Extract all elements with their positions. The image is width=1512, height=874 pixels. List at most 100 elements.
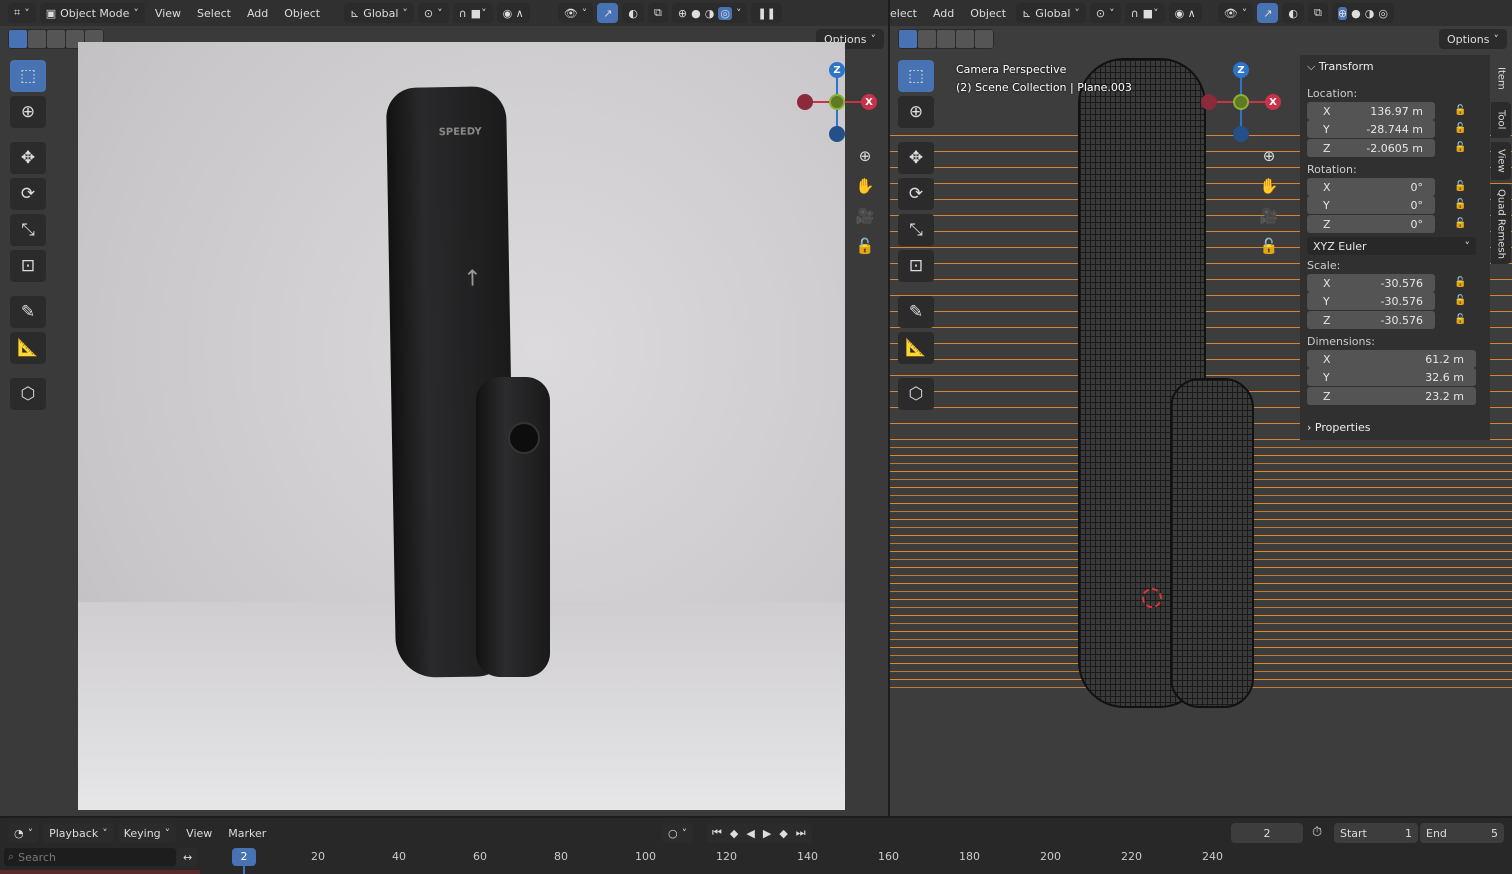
move-tool[interactable]: ✥ — [10, 142, 46, 174]
location-y-field[interactable]: Y -28.744 m — [1307, 120, 1435, 138]
tab-item[interactable]: Item — [1491, 58, 1511, 98]
prev-keyframe-icon[interactable]: ◆ — [730, 827, 738, 840]
zoom-icon[interactable]: ⊕ — [1257, 144, 1281, 168]
tab-tool[interactable]: Tool — [1491, 102, 1511, 138]
timeline-editor-type[interactable]: ◔ ˅ — [8, 823, 40, 843]
select-new-icon[interactable] — [9, 30, 27, 48]
pan-hand-icon[interactable]: ✋ — [853, 174, 877, 198]
annotate-tool[interactable]: ✎ — [898, 296, 934, 328]
measure-tool[interactable]: 📐 — [10, 332, 46, 364]
overlay-toggle[interactable]: ◐ — [622, 3, 645, 23]
select-box-tool[interactable]: ⬚ — [10, 60, 46, 92]
menu-select[interactable]: Select — [191, 7, 237, 20]
rotate-tool[interactable]: ⟳ — [898, 178, 934, 210]
menu-select-right[interactable]: elect — [890, 7, 923, 20]
transform-panel-header[interactable]: ⌵ Transform — [1307, 60, 1374, 74]
camera-icon[interactable]: 🎥 — [853, 204, 877, 228]
menu-add[interactable]: Add — [241, 7, 274, 20]
lock-icon[interactable]: 🔓 — [1257, 234, 1281, 258]
scale-x-field[interactable]: X -30.576 — [1307, 274, 1435, 292]
tab-quad-remesh[interactable]: Quad Remesh — [1491, 184, 1511, 264]
visibility-dropdown-right[interactable]: 👁 ˅ — [1217, 3, 1254, 23]
next-keyframe-icon[interactable]: ◆ — [779, 827, 787, 840]
pan-hand-icon[interactable]: ✋ — [1257, 174, 1281, 198]
gizmo-z-axis[interactable]: Z — [829, 62, 845, 78]
gizmo-y-axis[interactable] — [829, 94, 845, 110]
gizmo-neg-x-axis-right[interactable] — [1201, 94, 1217, 110]
playhead[interactable]: 2 — [232, 848, 256, 866]
scale-z-field[interactable]: Z -30.576 — [1307, 311, 1435, 329]
rotation-mode-dropdown[interactable]: XYZ Euler ˅ — [1307, 237, 1476, 255]
pause-render-button[interactable]: ❚❚ — [751, 3, 782, 23]
start-frame-field[interactable]: Start 1 — [1334, 823, 1418, 843]
gizmo-neg-z-axis[interactable] — [829, 126, 845, 142]
auto-key-toggle[interactable]: ○ ˅ — [662, 823, 694, 843]
select-new-icon[interactable] — [899, 30, 917, 48]
lock-icon[interactable]: 🔓 — [1454, 295, 1466, 306]
gizmo-y-axis-right[interactable] — [1233, 94, 1249, 110]
select-intersect-icon[interactable] — [975, 30, 993, 48]
tab-view[interactable]: View — [1491, 142, 1511, 180]
location-x-field[interactable]: X 136.97 m — [1307, 102, 1435, 120]
overlay-toggle-right[interactable]: ◐ — [1282, 3, 1305, 23]
orientation-dropdown[interactable]: ⊾ Global ˅ — [344, 3, 414, 23]
lock-icon[interactable]: 🔓 — [1454, 314, 1466, 325]
gizmo-neg-x-axis[interactable] — [797, 94, 813, 110]
menu-add-right[interactable]: Add — [927, 7, 960, 20]
measure-tool[interactable]: 📐 — [898, 332, 934, 364]
pivot-dropdown-right[interactable]: ⊙ ˅ — [1089, 3, 1121, 23]
add-cube-tool[interactable]: ⬡ — [898, 378, 934, 410]
timeline-view-menu[interactable]: View — [180, 827, 218, 840]
rotation-x-field[interactable]: X 0° — [1307, 178, 1435, 196]
select-extend-icon[interactable] — [28, 30, 46, 48]
jump-end-icon[interactable]: ⏭ — [796, 826, 806, 840]
gizmo-neg-z-axis-right[interactable] — [1233, 126, 1249, 142]
options-dropdown-right[interactable]: Options ˅ — [1439, 29, 1507, 49]
keying-menu[interactable]: Keying ˅ — [117, 823, 177, 843]
select-box-tool[interactable]: ⬚ — [898, 60, 934, 92]
select-invert-icon[interactable] — [956, 30, 974, 48]
move-tool[interactable]: ✥ — [898, 142, 934, 174]
selection-mode-buttons-right[interactable] — [898, 29, 994, 49]
select-subtract-icon[interactable] — [937, 30, 955, 48]
lock-icon[interactable]: 🔓 — [1454, 105, 1466, 116]
rotation-z-field[interactable]: Z 0° — [1307, 215, 1435, 233]
lock-icon[interactable]: 🔓 — [1454, 181, 1466, 192]
scale-tool[interactable]: ⤡ — [10, 214, 46, 246]
lock-icon[interactable]: 🔓 — [1454, 142, 1466, 153]
timeline-search-input[interactable]: ⌕ Search — [4, 848, 176, 866]
select-subtract-icon[interactable] — [47, 30, 65, 48]
lock-icon[interactable]: 🔓 — [1454, 218, 1466, 229]
gizmo-toggle[interactable]: ↗ — [597, 3, 619, 23]
dimensions-y-field[interactable]: Y 32.6 m — [1307, 368, 1476, 386]
lock-icon[interactable]: 🔓 — [1454, 199, 1466, 210]
orientation-dropdown-right[interactable]: ⊾ Global ˅ — [1016, 3, 1086, 23]
lock-icon[interactable]: 🔓 — [1454, 123, 1466, 134]
menu-object-right[interactable]: Object — [964, 7, 1012, 20]
menu-object[interactable]: Object — [278, 7, 326, 20]
gizmo-x-axis-right[interactable]: X — [1265, 94, 1281, 110]
dimensions-z-field[interactable]: Z 23.2 m — [1307, 387, 1476, 405]
scale-tool[interactable]: ⤡ — [898, 214, 934, 246]
visibility-dropdown[interactable]: 👁 ˅ — [557, 3, 594, 23]
jump-start-icon[interactable]: ⏮ — [712, 826, 722, 840]
play-reverse-icon[interactable]: ◀ — [746, 827, 754, 840]
cursor-tool[interactable]: ⊕ — [10, 96, 46, 128]
annotate-tool[interactable]: ✎ — [10, 296, 46, 328]
gizmo-x-axis[interactable]: X — [861, 94, 877, 110]
play-icon[interactable]: ▶ — [763, 827, 771, 840]
playback-menu[interactable]: Playback ˅ — [43, 823, 114, 843]
location-z-field[interactable]: Z -2.0605 m — [1307, 139, 1435, 157]
transform-tool[interactable]: ⊡ — [10, 250, 46, 282]
mode-dropdown[interactable]: ▣ Object Mode ˅ — [39, 3, 145, 23]
proportional-edit[interactable]: ◉ ∧ — [496, 3, 530, 23]
transform-tool[interactable]: ⊡ — [898, 250, 934, 282]
scale-y-field[interactable]: Y -30.576 — [1307, 292, 1435, 310]
xray-toggle[interactable]: ⧉ — [648, 3, 668, 23]
proportional-edit-right[interactable]: ◉ ∧ — [1168, 3, 1202, 23]
lock-icon[interactable]: 🔓 — [1454, 277, 1466, 288]
zoom-icon[interactable]: ⊕ — [853, 144, 877, 168]
snap-toggle-right[interactable]: ∩ ■˅ — [1124, 3, 1165, 23]
timeline-marker-menu[interactable]: Marker — [222, 827, 272, 840]
camera-icon[interactable]: 🎥 — [1257, 204, 1281, 228]
